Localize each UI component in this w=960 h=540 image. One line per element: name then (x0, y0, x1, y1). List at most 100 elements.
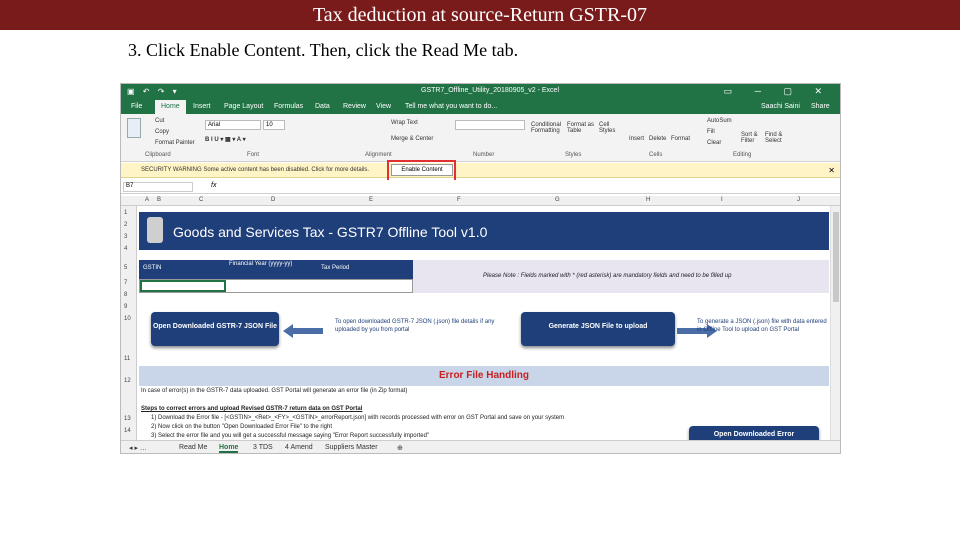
sort-filter-button[interactable]: Sort & Filter (741, 132, 761, 144)
row-11[interactable]: 11 (124, 356, 130, 362)
format-cells-button[interactable]: Format (671, 136, 690, 142)
emblem-icon (147, 217, 163, 243)
sheet-tab-4-amend[interactable]: 4 Amend (285, 444, 313, 451)
col-a[interactable]: A (145, 197, 149, 203)
group-alignment: Alignment (365, 152, 392, 158)
window-controls[interactable]: ▭ ─ ▢ ✕ (724, 86, 832, 97)
financial-year-label: Financial Year (yyyy-yy) (229, 261, 293, 267)
sheet-tab-suppliers-master[interactable]: Suppliers Master (325, 444, 378, 451)
col-b[interactable]: B (157, 197, 161, 203)
tab-home[interactable]: Home (155, 100, 186, 114)
tell-me-search[interactable]: Tell me what you want to do... (405, 103, 497, 110)
col-g[interactable]: G (555, 197, 560, 203)
excel-title-bar: ▣ ↶ ↷ ▾ GSTR7_Offline_Utility_20180905_v… (121, 84, 840, 100)
find-select-button[interactable]: Find & Select (765, 132, 789, 144)
row-8[interactable]: 8 (124, 292, 127, 298)
ribbon-tab-bar: File Home Insert Page Layout Formulas Da… (121, 100, 840, 114)
slide-title: Tax deduction at source-Return GSTR-07 (0, 0, 960, 30)
insert-cells-button[interactable]: Insert (629, 136, 644, 142)
tab-formulas[interactable]: Formulas (274, 103, 303, 110)
gstin-input-row[interactable] (139, 279, 413, 293)
error-steps-title: Steps to correct errors and upload Revis… (141, 406, 363, 412)
tab-page-layout[interactable]: Page Layout (224, 103, 263, 110)
ribbon: Cut Copy Format Painter Arial 10 B I U ▾… (121, 114, 840, 162)
col-c[interactable]: C (199, 197, 203, 203)
share-button[interactable]: Share (811, 103, 830, 110)
row-3[interactable]: 3 (124, 234, 127, 240)
col-i[interactable]: I (721, 197, 723, 203)
font-size-select[interactable]: 10 (263, 120, 285, 130)
sheet-nav-icons[interactable]: ◂ ▸ … (129, 444, 147, 452)
row-10[interactable]: 10 (124, 316, 131, 322)
group-cells: Cells (649, 152, 663, 158)
sheet-tab-home[interactable]: Home (219, 444, 239, 453)
number-format-select[interactable] (455, 120, 525, 130)
formula-bar: B7 fx (121, 180, 840, 194)
vertical-scrollbar[interactable] (830, 206, 840, 440)
row-2[interactable]: 2 (124, 222, 127, 228)
note-text: Please Note : Fields marked with * (red … (483, 273, 732, 279)
cell-styles-button[interactable]: Cell Styles (599, 122, 621, 134)
group-styles: Styles (565, 152, 582, 158)
autosum-button[interactable]: AutoSum (707, 118, 732, 124)
row-4[interactable]: 4 (124, 246, 127, 252)
delete-cells-button[interactable]: Delete (649, 136, 666, 142)
wrap-text-button[interactable]: Wrap Text (391, 120, 418, 126)
format-as-table-button[interactable]: Format as Table (567, 122, 595, 134)
security-warning-text: SECURITY WARNING Some active content has… (141, 167, 370, 173)
tax-period-label: Tax Period (321, 265, 350, 271)
name-box[interactable]: B7 (123, 182, 193, 192)
cut-button[interactable]: Cut (155, 118, 164, 124)
paste-icon[interactable] (127, 118, 141, 138)
row-5[interactable]: 5 (124, 265, 127, 271)
quick-access-icons[interactable]: ▣ ↶ ↷ ▾ (127, 87, 180, 96)
row-7[interactable]: 7 (124, 280, 127, 286)
tab-data[interactable]: Data (315, 103, 330, 110)
security-warning-bar: SECURITY WARNING Some active content has… (121, 163, 840, 178)
add-sheet-icon[interactable]: ⊕ (397, 444, 403, 452)
sheet-tab-read-me[interactable]: Read Me (179, 444, 207, 451)
banner-title: Goods and Services Tax - GSTR7 Offline T… (173, 224, 488, 240)
mandatory-note: Please Note : Fields marked with * (red … (413, 260, 829, 293)
column-headers: A B C D E F G H I J (121, 196, 840, 206)
conditional-formatting-button[interactable]: Conditional Formatting (531, 122, 561, 134)
arrow-left-icon (283, 324, 323, 338)
open-json-description: To open downloaded GSTR-7 JSON (.json) f… (335, 319, 495, 333)
generate-json-button[interactable]: Generate JSON File to upload (521, 312, 675, 346)
col-d[interactable]: D (271, 197, 275, 203)
row-13[interactable]: 13 (124, 416, 131, 422)
gstin-label: GSTIN (143, 265, 162, 271)
excel-screenshot: ▣ ↶ ↷ ▾ GSTR7_Offline_Utility_20180905_v… (120, 83, 841, 454)
tab-view[interactable]: View (376, 103, 391, 110)
sheet-tab-3-tds[interactable]: 3 TDS (253, 444, 273, 451)
format-painter-button[interactable]: Format Painter (155, 140, 195, 146)
tab-file[interactable]: File (131, 103, 142, 110)
tab-insert[interactable]: Insert (193, 103, 211, 110)
tool-banner: Goods and Services Tax - GSTR7 Offline T… (139, 212, 829, 250)
merge-center-button[interactable]: Merge & Center (391, 136, 433, 142)
error-step-1: 1) Download the Error file - [<GSTIN>_<R… (151, 415, 565, 421)
font-name-select[interactable]: Arial (205, 120, 261, 130)
error-step-3: 3) Select the error file and you will ge… (151, 433, 430, 439)
row-14[interactable]: 14 (124, 428, 131, 434)
selected-cell[interactable] (140, 280, 226, 292)
col-h[interactable]: H (646, 197, 650, 203)
tab-review[interactable]: Review (343, 103, 366, 110)
col-f[interactable]: F (457, 197, 461, 203)
fill-button[interactable]: Fill (707, 129, 715, 135)
clear-button[interactable]: Clear (707, 140, 721, 146)
sheet-tab-bar: ◂ ▸ … Read Me Home 3 TDS 4 Amend Supplie… (121, 440, 840, 453)
col-j[interactable]: J (797, 197, 800, 203)
copy-button[interactable]: Copy (155, 129, 169, 135)
open-json-button[interactable]: Open Downloaded GSTR-7 JSON File (151, 312, 279, 346)
row-12[interactable]: 12 (124, 378, 131, 384)
scrollbar-thumb[interactable] (833, 212, 839, 302)
error-step-2: 2) Now click on the button "Open Downloa… (151, 424, 333, 430)
row-headers: 1 2 3 4 5 7 8 9 10 11 12 13 14 (121, 206, 137, 440)
row-1[interactable]: 1 (124, 210, 127, 216)
instruction-text: 3. Click Enable Content. Then, click the… (128, 40, 519, 60)
bold-italic-underline[interactable]: B I U ▾ ▦ ▾ A ▾ (205, 136, 246, 143)
row-9[interactable]: 9 (124, 304, 127, 310)
close-icon[interactable]: ✕ (828, 166, 835, 175)
col-e[interactable]: E (369, 197, 373, 203)
